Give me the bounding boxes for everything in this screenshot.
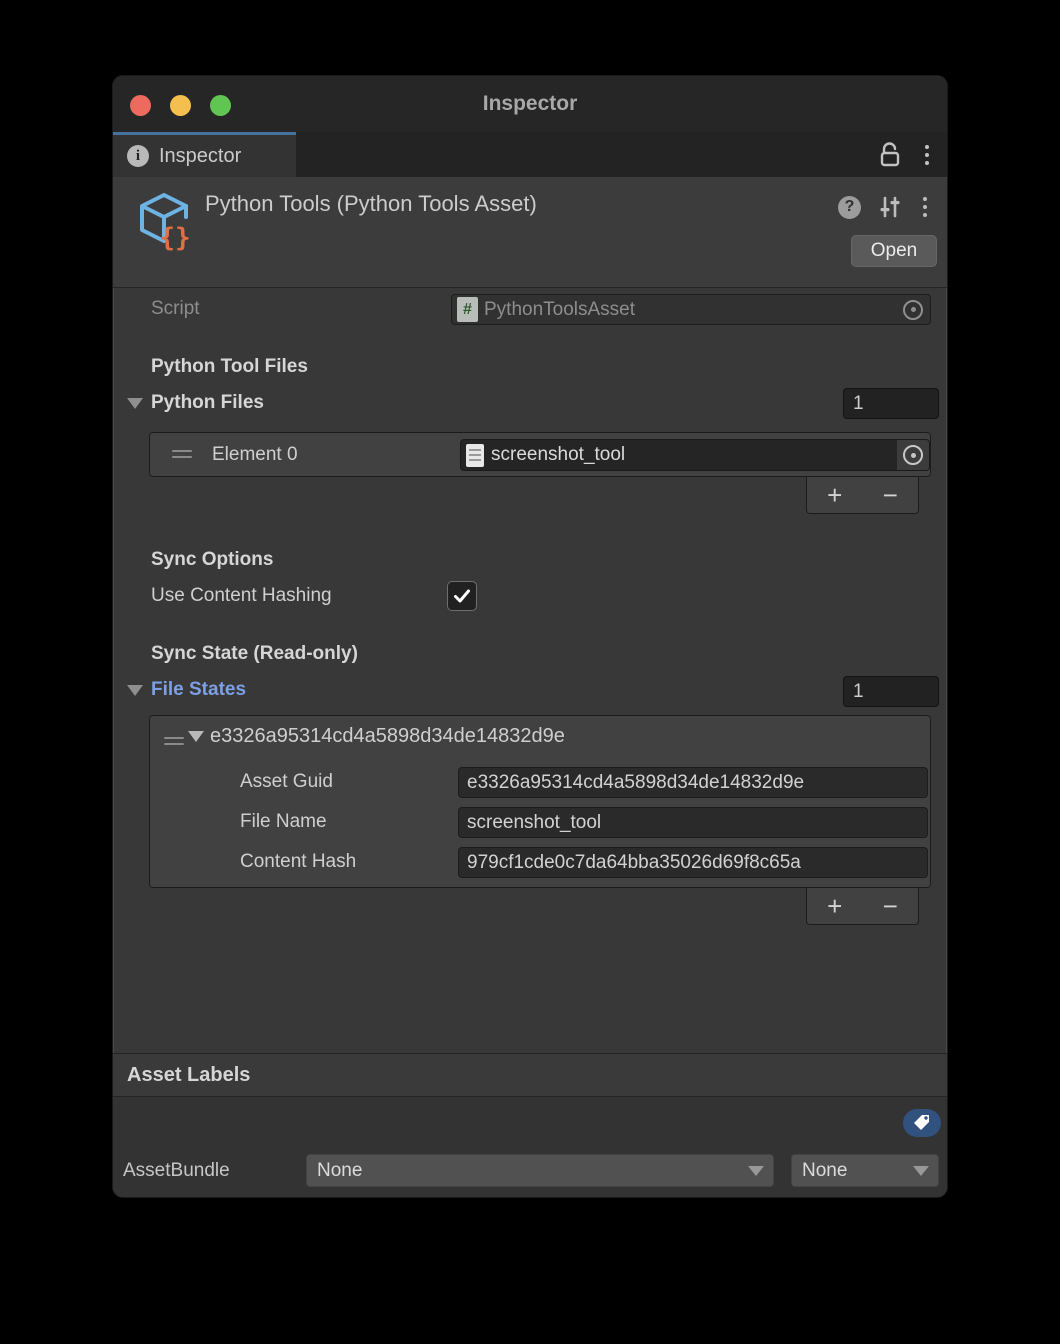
file-name-field[interactable]: screenshot_tool: [458, 807, 928, 838]
asset-guid-field[interactable]: e3326a95314cd4a5898d34de14832d9e: [458, 767, 928, 798]
python-files-list-footer: + −: [806, 477, 919, 514]
minimize-button[interactable]: [170, 95, 191, 116]
assetbundle-variant-dropdown[interactable]: None: [791, 1154, 939, 1187]
help-icon[interactable]: ?: [838, 196, 861, 219]
element0-object-field[interactable]: screenshot_tool: [460, 439, 930, 471]
assetbundle-label: AssetBundle: [123, 1160, 230, 1182]
sync-state-header: Sync State (Read-only): [151, 643, 358, 665]
tab-label: Inspector: [159, 145, 241, 168]
unlock-icon[interactable]: [879, 142, 901, 168]
script-field: # PythonToolsAsset: [451, 294, 931, 325]
entry-header[interactable]: e3326a95314cd4a5898d34de14832d9e: [210, 725, 565, 748]
presets-icon[interactable]: [878, 195, 902, 219]
asset-labels-band[interactable]: Asset Labels: [113, 1053, 947, 1097]
checkmark-icon: [452, 586, 472, 606]
file-states-list-footer: + −: [806, 888, 919, 925]
remove-element-button[interactable]: −: [863, 888, 919, 924]
text-asset-icon: [466, 444, 484, 467]
object-picker-icon: [903, 300, 923, 320]
file-states-size-input[interactable]: 1: [843, 676, 939, 707]
open-button[interactable]: Open: [851, 235, 937, 267]
window-title: Inspector: [113, 76, 947, 132]
script-field-value: PythonToolsAsset: [484, 299, 635, 321]
remove-element-button[interactable]: −: [863, 477, 919, 513]
window-titlebar[interactable]: Inspector: [113, 76, 947, 132]
asset-labels-header: Asset Labels: [127, 1064, 250, 1087]
use-content-hashing-checkbox[interactable]: [447, 581, 477, 611]
python-files-list: Element 0 screenshot_tool: [149, 432, 931, 477]
add-element-button[interactable]: +: [807, 888, 863, 924]
element0-label: Element 0: [212, 444, 298, 466]
element0-value: screenshot_tool: [491, 444, 625, 466]
python-tools-asset-icon: {}: [133, 190, 195, 252]
screen: Inspector i Inspector: [0, 0, 1060, 1344]
dropdown-arrow-icon: [748, 1166, 764, 1176]
python-tool-files-header: Python Tool Files: [151, 356, 308, 378]
close-button[interactable]: [130, 95, 151, 116]
header-menu-kebab-icon[interactable]: [919, 193, 931, 221]
asset-guid-label: Asset Guid: [240, 771, 333, 793]
content-hash-value: 979cf1cde0c7da64bba35026d69f8c65a: [467, 852, 801, 874]
component-header: {} Python Tools (Python Tools Asset) ? O…: [113, 177, 947, 288]
add-label-button[interactable]: [903, 1109, 941, 1137]
drag-handle-icon[interactable]: [164, 733, 184, 749]
content-hash-field[interactable]: 979cf1cde0c7da64bba35026d69f8c65a: [458, 847, 928, 878]
zoom-button[interactable]: [210, 95, 231, 116]
object-picker-button[interactable]: [897, 440, 929, 470]
assetbundle-variant-value: None: [802, 1160, 847, 1182]
inspector-window: Inspector i Inspector: [112, 75, 948, 1198]
python-files-size-input[interactable]: 1: [843, 388, 939, 419]
sync-options-header: Sync Options: [151, 549, 273, 571]
file-states-foldout-icon[interactable]: [127, 685, 143, 696]
add-element-button[interactable]: +: [807, 477, 863, 513]
content-hash-label: Content Hash: [240, 851, 356, 873]
python-files-label[interactable]: Python Files: [151, 392, 264, 414]
file-states-list: e3326a95314cd4a5898d34de14832d9e Asset G…: [149, 715, 931, 888]
assetbundle-dropdown[interactable]: None: [306, 1154, 774, 1187]
script-label: Script: [151, 298, 200, 320]
asset-guid-value: e3326a95314cd4a5898d34de14832d9e: [467, 772, 804, 794]
entry-foldout-icon[interactable]: [188, 731, 204, 742]
svg-text:{}: {}: [159, 223, 190, 252]
dropdown-arrow-icon: [913, 1166, 929, 1176]
assetbundle-value: None: [317, 1160, 362, 1182]
tab-bar: i Inspector: [113, 132, 947, 177]
info-icon: i: [127, 145, 149, 167]
tab-menu-kebab-icon[interactable]: [921, 141, 933, 169]
tab-inspector[interactable]: i Inspector: [113, 132, 296, 177]
component-title: Python Tools (Python Tools Asset): [205, 191, 537, 217]
drag-handle-icon[interactable]: [172, 446, 192, 462]
use-content-hashing-label: Use Content Hashing: [151, 585, 332, 607]
csharp-script-icon: #: [457, 297, 478, 322]
file-name-value: screenshot_tool: [467, 812, 601, 834]
tag-icon: [911, 1112, 933, 1134]
file-name-label: File Name: [240, 811, 327, 833]
python-files-foldout-icon[interactable]: [127, 398, 143, 409]
file-states-label[interactable]: File States: [151, 679, 246, 701]
